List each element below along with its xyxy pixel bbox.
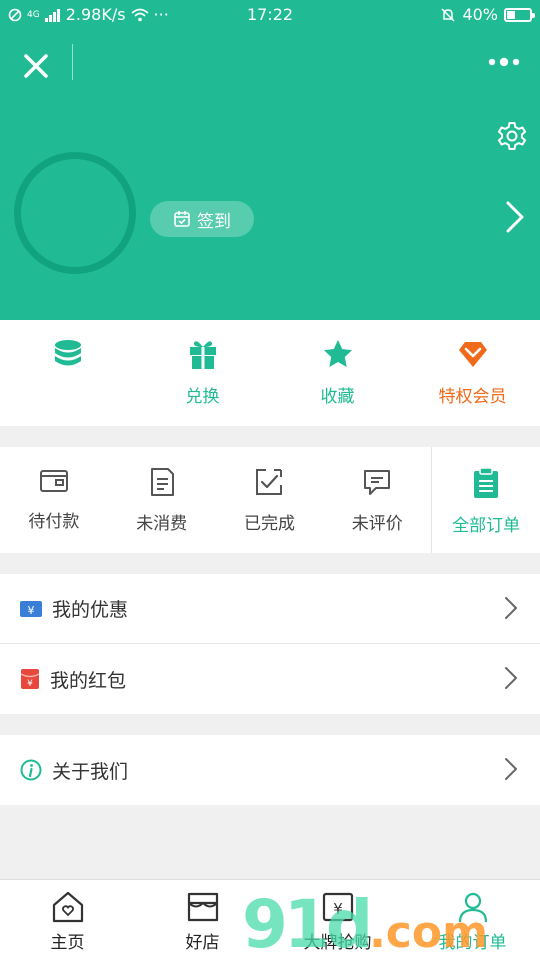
menu-label-red-packets: 我的红包 xyxy=(50,669,127,692)
brand-sale-icon: ¥ xyxy=(322,892,353,922)
chevron-right-icon xyxy=(505,597,517,619)
nav-stores[interactable]: 好店 xyxy=(135,880,270,960)
order-unreviewed[interactable]: 未评价 xyxy=(323,447,431,553)
header-divider xyxy=(72,44,73,80)
quick-item-favorites[interactable]: 收藏 xyxy=(270,320,405,426)
quick-item-vip[interactable]: 特权会员 xyxy=(405,320,540,426)
order-label-pending-payment: 待付款 xyxy=(28,512,80,532)
chevron-right-icon xyxy=(505,758,517,780)
quick-label-vip: 特权会员 xyxy=(438,387,507,407)
close-icon[interactable] xyxy=(18,48,54,84)
home-icon xyxy=(52,891,83,923)
gift-icon xyxy=(189,341,216,369)
nav-home[interactable]: 主页 xyxy=(0,880,135,960)
wallet-icon xyxy=(39,470,68,492)
nav-label-home: 主页 xyxy=(50,933,85,953)
wallet-menu: ¥ 我的优惠 ¥ 我的红包 xyxy=(0,574,540,714)
check-box-icon xyxy=(256,469,283,495)
coins-icon xyxy=(54,340,81,366)
quick-label-exchange: 兑换 xyxy=(185,387,220,407)
receipt-icon xyxy=(150,468,174,496)
quick-item-coins[interactable] xyxy=(0,320,135,426)
quick-label-favorites: 收藏 xyxy=(320,387,355,407)
clock: 17:22 xyxy=(246,5,294,24)
svg-text:¥: ¥ xyxy=(27,679,33,689)
coupon-icon: ¥ xyxy=(20,600,42,617)
signin-button[interactable]: 签到 xyxy=(150,201,254,237)
gear-icon[interactable] xyxy=(496,120,528,152)
calendar-icon xyxy=(174,211,190,227)
menu-item-red-packets[interactable]: ¥ 我的红包 xyxy=(0,644,540,714)
user-icon xyxy=(458,892,487,923)
nav-brand-sale[interactable]: ¥ 大牌抢购 xyxy=(270,880,405,960)
menu-item-about[interactable]: 关于我们 xyxy=(0,735,540,805)
info-icon xyxy=(20,759,42,781)
clipboard-icon xyxy=(474,467,499,498)
order-label-unreviewed: 未评价 xyxy=(351,514,403,534)
order-completed[interactable]: 已完成 xyxy=(216,447,324,553)
red-packet-icon: ¥ xyxy=(20,669,40,689)
comment-icon xyxy=(364,470,391,495)
quick-actions: 兑换 收藏 特权会员 xyxy=(0,320,540,426)
order-label-all: 全部订单 xyxy=(452,516,521,536)
signin-label: 签到 xyxy=(197,211,231,232)
battery-icon xyxy=(504,7,535,22)
profile-arrow-icon[interactable] xyxy=(504,200,526,234)
nav-label-my-orders: 我的订单 xyxy=(438,933,507,953)
menu-item-coupons[interactable]: ¥ 我的优惠 xyxy=(0,574,540,644)
order-unused[interactable]: 未消费 xyxy=(108,447,216,553)
nav-my-orders[interactable]: 我的订单 xyxy=(405,880,540,960)
more-dots-icon[interactable] xyxy=(486,52,522,72)
nav-label-stores: 好店 xyxy=(185,933,220,953)
star-icon xyxy=(323,340,352,367)
order-label-unused: 未消费 xyxy=(136,514,188,534)
avatar[interactable] xyxy=(14,152,136,274)
orders-section: 待付款 未消费 已完成 未评价 全部订单 xyxy=(0,447,540,553)
diamond-icon xyxy=(458,342,487,367)
store-icon xyxy=(187,892,218,922)
nav-label-brand-sale: 大牌抢购 xyxy=(303,933,372,953)
order-pending-payment[interactable]: 待付款 xyxy=(0,447,108,553)
mute-bell-icon xyxy=(441,7,455,22)
chevron-right-icon xyxy=(505,667,517,689)
bottom-nav: 主页 好店 ¥ 大牌抢购 我的订单 xyxy=(0,879,540,960)
svg-text:¥: ¥ xyxy=(333,900,343,918)
battery-percent: 40% xyxy=(462,5,498,24)
svg-text:¥: ¥ xyxy=(28,604,35,617)
order-all[interactable]: 全部订单 xyxy=(431,447,540,553)
about-menu: 关于我们 xyxy=(0,735,540,805)
menu-label-about: 关于我们 xyxy=(52,760,129,783)
order-label-completed: 已完成 xyxy=(243,514,295,534)
profile-header: 签到 xyxy=(0,30,540,320)
quick-item-exchange[interactable]: 兑换 xyxy=(135,320,270,426)
menu-label-coupons: 我的优惠 xyxy=(52,599,129,621)
status-bar: 4G 2.98K/s ··· 17:22 40% xyxy=(0,0,540,30)
